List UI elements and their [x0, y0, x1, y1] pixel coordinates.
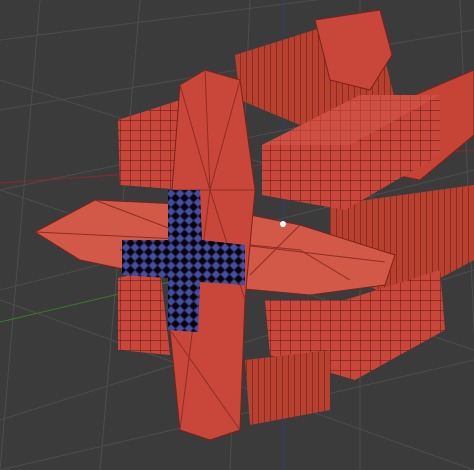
viewport-canvas[interactable] [0, 0, 474, 470]
3d-viewport[interactable] [0, 0, 474, 470]
pivot-point[interactable] [280, 221, 286, 227]
left-bottom-tiled-box [118, 268, 170, 355]
